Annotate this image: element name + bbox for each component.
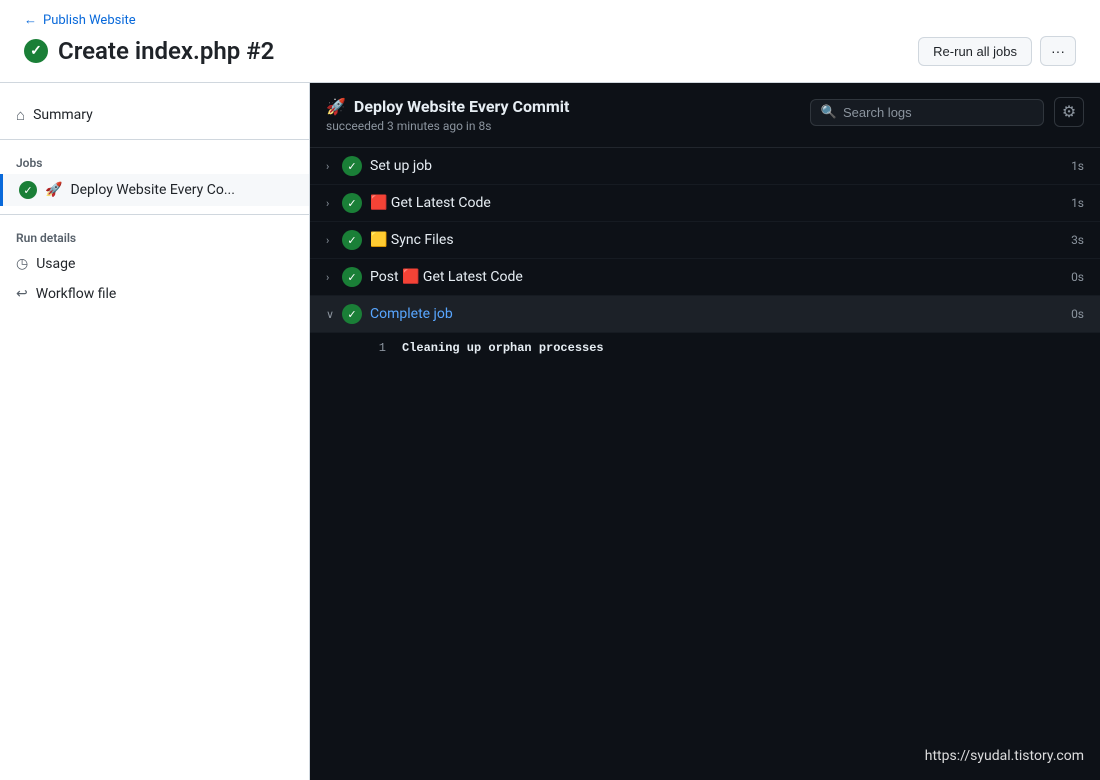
page-title: ✓ Create index.php #2	[24, 37, 274, 65]
summary-label: Summary	[33, 107, 93, 123]
rerun-all-jobs-button[interactable]: Re-run all jobs	[918, 37, 1032, 66]
step-check-setup: ✓	[342, 156, 362, 176]
search-icon: 🔍	[821, 105, 837, 120]
step-duration-post: 0s	[1060, 270, 1084, 284]
more-options-button[interactable]: ···	[1040, 36, 1076, 66]
log-title-text: Deploy Website Every Commit	[354, 97, 569, 116]
log-content-complete-job: 1 Cleaning up orphan processes	[310, 333, 1100, 364]
run-details-label: Run details	[0, 223, 309, 249]
sidebar-divider-1	[0, 139, 309, 140]
step-check-get-latest: ✓	[342, 193, 362, 213]
sidebar-item-summary[interactable]: ⌂ Summary	[0, 99, 309, 131]
step-duration-sync: 3s	[1060, 233, 1084, 247]
success-icon: ✓	[24, 39, 48, 63]
step-row-get-latest[interactable]: › ✓ 🟥 Get Latest Code 1s	[310, 185, 1100, 222]
title-row: ✓ Create index.php #2 Re-run all jobs ··…	[24, 36, 1076, 66]
chevron-down-icon: ∨	[326, 308, 342, 321]
step-name-get-latest: 🟥 Get Latest Code	[370, 195, 1060, 211]
job-rocket-icon: 🚀	[45, 182, 62, 198]
gear-icon: ⚙	[1062, 102, 1076, 122]
log-line-num-1: 1	[366, 339, 386, 358]
deploy-rocket-icon: 🚀	[326, 97, 346, 116]
log-panel: 🚀 Deploy Website Every Commit succeeded …	[310, 83, 1100, 780]
step-name-setup: Set up job	[370, 158, 1060, 174]
page-title-text: Create index.php #2	[58, 37, 274, 65]
sidebar-item-usage[interactable]: ◷ Usage	[0, 249, 309, 279]
step-duration-get-latest: 1s	[1060, 196, 1084, 210]
sidebar-item-workflow-file[interactable]: ↩ Workflow file	[0, 279, 309, 309]
back-arrow-icon: ←	[24, 12, 37, 28]
usage-icon: ◷	[16, 256, 28, 272]
usage-label: Usage	[36, 256, 75, 272]
settings-button[interactable]: ⚙	[1054, 97, 1084, 127]
step-duration-setup: 1s	[1060, 159, 1084, 173]
back-label: Publish Website	[43, 13, 136, 28]
sidebar: ⌂ Summary Jobs ✓ 🚀 Deploy Website Every …	[0, 83, 310, 780]
page: ← Publish Website ✓ Create index.php #2 …	[0, 0, 1100, 780]
log-controls: 🔍 ⚙	[810, 97, 1084, 127]
step-check-sync: ✓	[342, 230, 362, 250]
step-row-complete-job[interactable]: ∨ ✓ Complete job 0s	[310, 296, 1100, 333]
back-link[interactable]: ← Publish Website	[24, 12, 1076, 28]
chevron-right-icon-2: ›	[326, 197, 342, 210]
sidebar-job-item-deploy[interactable]: ✓ 🚀 Deploy Website Every Co...	[0, 174, 309, 206]
step-row-post-get-latest[interactable]: › ✓ Post 🟥 Get Latest Code 0s	[310, 259, 1100, 296]
log-line-1: 1 Cleaning up orphan processes	[366, 339, 1084, 358]
header: ← Publish Website ✓ Create index.php #2 …	[0, 0, 1100, 82]
sidebar-divider-2	[0, 214, 309, 215]
log-header: 🚀 Deploy Website Every Commit succeeded …	[310, 83, 1100, 148]
log-title-area: 🚀 Deploy Website Every Commit succeeded …	[326, 97, 569, 133]
log-steps: › ✓ Set up job 1s › ✓ 🟥 Get Latest Code …	[310, 148, 1100, 780]
watermark: https://syudal.tistory.com	[925, 748, 1084, 764]
step-row-sync-files[interactable]: › ✓ 🟨 Sync Files 3s	[310, 222, 1100, 259]
step-name-sync: 🟨 Sync Files	[370, 232, 1060, 248]
search-logs-input-wrap[interactable]: 🔍	[810, 99, 1044, 126]
sidebar-job-label: Deploy Website Every Co...	[70, 182, 235, 198]
log-line-text-1: Cleaning up orphan processes	[402, 339, 604, 358]
log-subtitle: succeeded 3 minutes ago in 8s	[326, 119, 569, 133]
chevron-right-icon-4: ›	[326, 271, 342, 284]
main-layout: ⌂ Summary Jobs ✓ 🚀 Deploy Website Every …	[0, 83, 1100, 780]
jobs-section-label: Jobs	[0, 148, 309, 174]
step-check-complete: ✓	[342, 304, 362, 324]
chevron-right-icon-3: ›	[326, 234, 342, 247]
step-check-post: ✓	[342, 267, 362, 287]
workflow-icon: ↩	[16, 286, 28, 302]
step-duration-complete: 0s	[1060, 307, 1084, 321]
chevron-right-icon: ›	[326, 160, 342, 173]
home-icon: ⌂	[16, 106, 25, 124]
header-actions: Re-run all jobs ···	[918, 36, 1076, 66]
step-row-setup-job[interactable]: › ✓ Set up job 1s	[310, 148, 1100, 185]
workflow-file-label: Workflow file	[36, 286, 117, 302]
search-logs-input[interactable]	[843, 105, 1033, 120]
log-title: 🚀 Deploy Website Every Commit	[326, 97, 569, 116]
step-name-complete: Complete job	[370, 306, 1060, 322]
step-name-post: Post 🟥 Get Latest Code	[370, 269, 1060, 285]
job-success-icon: ✓	[19, 181, 37, 199]
